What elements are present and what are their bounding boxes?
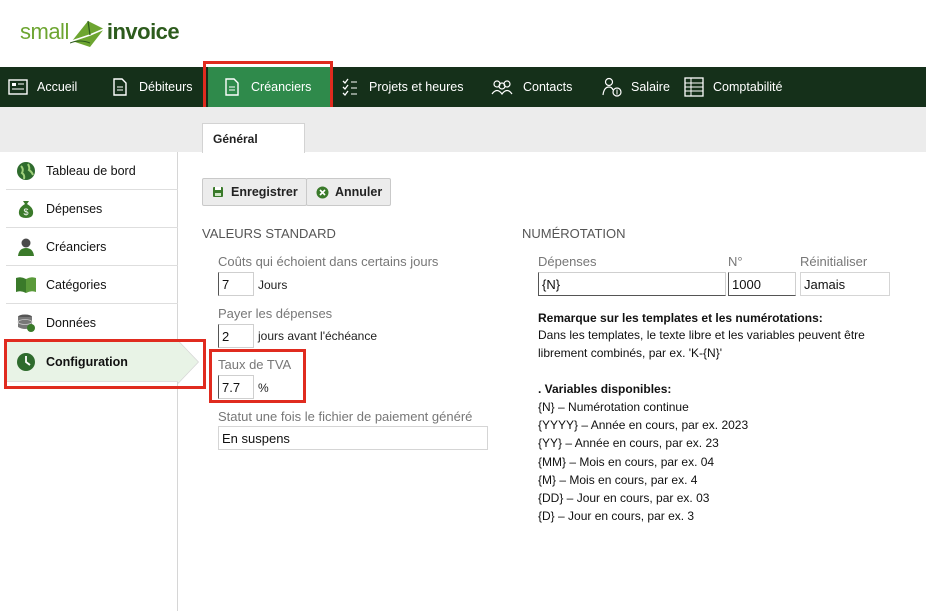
- checklist-icon: [340, 77, 360, 97]
- due-days-unit: Jours: [258, 278, 288, 292]
- sidebar-item-label: Dépenses: [46, 201, 103, 216]
- col-expenses-label: Dépenses: [538, 254, 597, 269]
- pay-days-unit: jours avant l'échéance: [258, 329, 378, 343]
- logo-word-small: small: [20, 19, 69, 44]
- save-icon: [211, 185, 225, 199]
- due-days-label: Coûts qui échoient dans certains jours: [218, 254, 439, 269]
- remark-title: Remarque sur les templates et les numéro…: [538, 311, 823, 325]
- sidebar-item-categories[interactable]: Catégories: [6, 266, 178, 304]
- salary-icon: [602, 77, 622, 97]
- variable-item: {MM} – Mois en cours, par ex. 04: [538, 455, 715, 469]
- people-icon: [490, 77, 514, 97]
- money-bag-icon: $: [15, 198, 37, 220]
- logo-word-invoice: invoice: [106, 19, 180, 44]
- remark-line-1: Dans les templates, le texte libre et le…: [538, 328, 865, 342]
- globe-icon: [15, 160, 37, 182]
- sidebar: Tableau de bord $ Dépenses Créanciers Ca…: [6, 152, 178, 611]
- sidebar-item-creanciers[interactable]: Créanciers: [6, 228, 178, 266]
- variable-item: {D} – Jour en cours, par ex. 3: [538, 509, 695, 523]
- tab-general[interactable]: Général: [202, 123, 305, 153]
- nav-label: Accueil: [37, 80, 78, 94]
- nav-item-comptabilite[interactable]: Comptabilité: [682, 67, 816, 107]
- sidebar-item-label: Configuration: [46, 354, 128, 369]
- book-icon: [15, 274, 37, 296]
- tab-bar: [0, 107, 926, 152]
- tva-rate-label: Taux de TVA: [218, 357, 292, 372]
- document-icon: [110, 77, 130, 97]
- variable-item: {M} – Mois en cours, par ex. 4: [538, 473, 698, 487]
- nav-item-creanciers[interactable]: Créanciers: [208, 67, 330, 107]
- pay-days-input[interactable]: 2: [218, 324, 254, 348]
- active-arrow: [178, 341, 198, 383]
- sidebar-item-configuration[interactable]: Configuration: [6, 342, 178, 382]
- document-icon: [222, 77, 242, 97]
- nav-label: Projets et heures: [369, 80, 464, 94]
- nav-label: Contacts: [523, 80, 573, 94]
- sidebar-item-label: Catégories: [46, 277, 107, 292]
- col-number-label: N°: [728, 254, 743, 269]
- section-title-standard: VALEURS STANDARD: [202, 226, 336, 241]
- cancel-label: Annuler: [335, 185, 383, 199]
- nav-label: Comptabilité: [713, 80, 783, 94]
- remark-line-2: librement combinés, par ex. 'K-{N}': [538, 346, 722, 360]
- number-start-input[interactable]: 1000: [728, 272, 796, 296]
- variable-item: {YY} – Année en cours, par ex. 23: [538, 436, 719, 450]
- user-icon: [15, 236, 37, 258]
- pay-days-label: Payer les dépenses: [218, 306, 333, 321]
- dashboard-icon: [8, 77, 28, 97]
- cancel-button[interactable]: Annuler: [306, 178, 391, 206]
- app-logo[interactable]: small invoice: [20, 12, 180, 52]
- sidebar-item-label: Créanciers: [46, 239, 107, 254]
- nav-label: Salaire: [631, 80, 670, 94]
- reset-select[interactable]: Jamais: [800, 272, 890, 296]
- tva-rate-unit: %: [258, 381, 269, 395]
- sidebar-item-donnees[interactable]: Données: [6, 304, 178, 342]
- nav-label: Débiteurs: [139, 80, 193, 94]
- sidebar-item-label: Tableau de bord: [46, 163, 136, 178]
- save-button[interactable]: Enregistrer: [202, 178, 307, 206]
- variable-item: {DD} – Jour en cours, par ex. 03: [538, 491, 710, 505]
- col-reset-label: Réinitialiser: [800, 254, 868, 269]
- variable-item: {YYYY} – Année en cours, par ex. 2023: [538, 418, 749, 432]
- nav-item-accueil[interactable]: Accueil: [0, 67, 104, 107]
- svg-text:$: $: [23, 207, 28, 217]
- nav-label: Créanciers: [251, 80, 312, 94]
- nav-item-debiteurs[interactable]: Débiteurs: [104, 67, 208, 107]
- status-label: Statut une fois le fichier de paiement g…: [218, 409, 473, 424]
- sidebar-item-depenses[interactable]: $ Dépenses: [6, 190, 178, 228]
- save-label: Enregistrer: [231, 185, 298, 199]
- close-icon: [315, 185, 329, 199]
- due-days-input[interactable]: 7: [218, 272, 254, 296]
- sidebar-item-label: Données: [46, 315, 97, 330]
- database-icon: [15, 312, 37, 334]
- ledger-icon: [684, 77, 704, 97]
- status-select[interactable]: En suspens: [218, 426, 488, 450]
- clock-icon: [15, 351, 37, 373]
- sidebar-item-tableau-de-bord[interactable]: Tableau de bord: [6, 152, 178, 190]
- variables-title: . Variables disponibles:: [538, 382, 672, 396]
- section-title-numbering: NUMÉROTATION: [522, 226, 626, 241]
- expenses-template-input[interactable]: {N}: [538, 272, 726, 296]
- envelope-logo-icon: [69, 20, 105, 47]
- nav-item-salaire[interactable]: Salaire: [588, 67, 682, 107]
- nav-item-contacts[interactable]: Contacts: [478, 67, 588, 107]
- main-navigation: Accueil Débiteurs Créanciers Projets et …: [0, 67, 926, 107]
- tva-rate-input[interactable]: 7.7: [218, 375, 254, 399]
- variable-item: {N} – Numérotation continue: [538, 400, 689, 414]
- nav-item-projets[interactable]: Projets et heures: [330, 67, 478, 107]
